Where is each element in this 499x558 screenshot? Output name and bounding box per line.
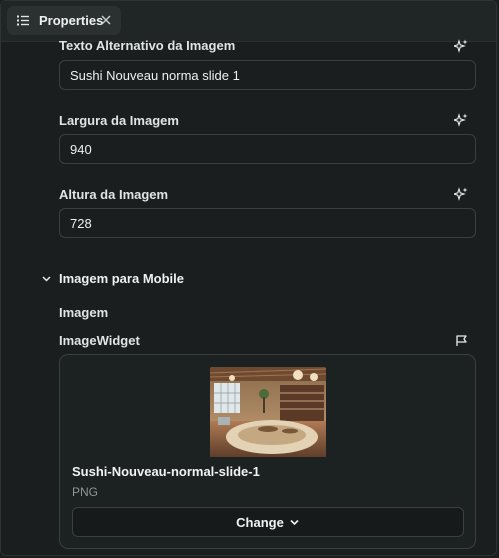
- ai-sparkle-icon[interactable]: [454, 187, 468, 201]
- change-label: Change: [236, 514, 284, 530]
- image-label: Imagem: [59, 305, 109, 320]
- height-field[interactable]: [59, 208, 476, 238]
- image-widget-label: ImageWidget: [59, 333, 140, 348]
- tab-bar: Properties: [1, 1, 496, 42]
- image-file-type: PNG: [72, 485, 99, 499]
- height-label: Altura da Imagem: [59, 187, 169, 202]
- image-widget-card: Sushi-Nouveau-normal-slide-1 PNG Change: [59, 354, 476, 549]
- flag-icon[interactable]: [455, 334, 468, 347]
- alt-text-label: Texto Alternativo da Imagem: [59, 38, 236, 53]
- width-label: Largura da Imagem: [59, 113, 179, 128]
- image-thumbnail[interactable]: [210, 367, 326, 457]
- ai-sparkle-icon[interactable]: [454, 113, 468, 127]
- ai-sparkle-icon[interactable]: [454, 39, 468, 53]
- width-field[interactable]: [59, 134, 476, 164]
- section-title: Imagem para Mobile: [59, 271, 184, 286]
- chevron-down-icon: [290, 519, 299, 525]
- image-file-name: Sushi-Nouveau-normal-slide-1: [72, 464, 260, 479]
- properties-panel: Properties Texto Alternativo da Imagem L…: [0, 0, 497, 556]
- tab-properties[interactable]: Properties: [7, 6, 121, 35]
- close-icon[interactable]: [100, 14, 112, 26]
- change-image-button[interactable]: Change: [72, 507, 464, 537]
- alt-text-field[interactable]: [59, 60, 476, 90]
- list-icon: [17, 15, 29, 26]
- chevron-down-icon: [42, 276, 51, 282]
- section-toggle-mobile-image[interactable]: Imagem para Mobile: [41, 271, 184, 286]
- tab-label: Properties: [39, 13, 104, 28]
